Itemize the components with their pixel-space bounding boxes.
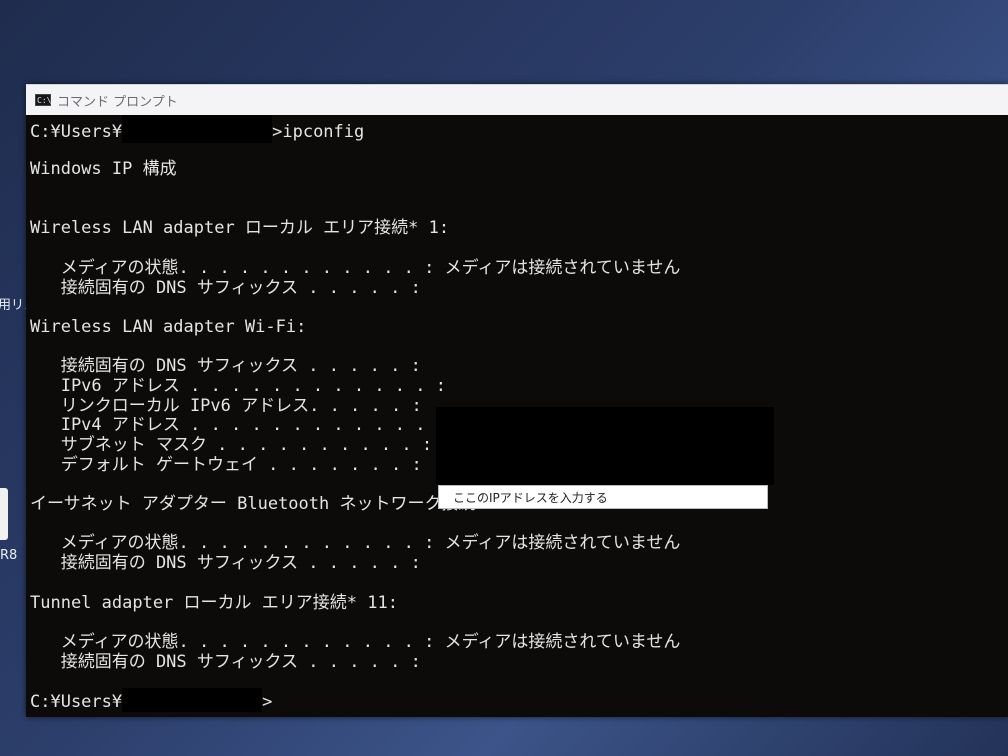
console-line: メディアの状態. . . . . . . . . . . . : メディアは接続… — [30, 631, 681, 652]
console-line: IPv6 アドレス . . . . . . . . . . . . : — [30, 375, 446, 396]
console-line: Windows IP 構成 — [30, 159, 177, 180]
redacted-ip-block — [436, 407, 774, 485]
prompt-symbol: > — [262, 691, 273, 712]
console-line: 接続固有の DNS サフィックス . . . . . : — [30, 651, 421, 672]
console-output[interactable]: C:¥Users¥ >ipconfig Windows IP 構成 Wireles… — [26, 115, 1008, 717]
title-bar[interactable]: C:\ コマンド プロンプト — [26, 85, 1008, 115]
console-line: Wireless LAN adapter Wi-Fi: — [30, 316, 307, 337]
redacted-username — [122, 687, 263, 712]
command-text: >ipconfig — [272, 122, 365, 142]
command-prompt-window[interactable]: C:\ コマンド プロンプト C:¥Users¥ >ipconfig Window… — [26, 84, 1008, 717]
cmd-icon: C:\ — [35, 94, 52, 106]
desktop-file-icon[interactable] — [0, 488, 8, 540]
console-line: メディアの状態. . . . . . . . . . . . : メディアは接続… — [30, 257, 681, 278]
prompt-line: C:¥Users¥ >ipconfig — [30, 115, 1008, 143]
console-line: Wireless LAN adapter ローカル エリア接続* 1: — [30, 218, 450, 239]
prompt-line: C:¥Users¥ > — [30, 687, 1008, 712]
console-line: メディアの状態. . . . . . . . . . . . : メディアは接続… — [30, 533, 681, 554]
annotation-label: ここのIPアドレスを入力する — [438, 485, 768, 509]
console-line: 接続固有の DNS サフィックス . . . . . : — [30, 277, 421, 298]
prompt-path: C:¥Users¥ — [30, 691, 123, 712]
desktop-label: R8 — [0, 548, 18, 563]
console-line: Tunnel adapter ローカル エリア接続* 11: — [30, 592, 398, 613]
window-title: コマンド プロンプト — [57, 94, 178, 110]
console-line: 接続固有の DNS サフィックス . . . . . : — [30, 553, 421, 574]
redacted-username — [122, 115, 273, 143]
console-line: 接続固有の DNS サフィックス . . . . . : — [30, 356, 421, 377]
prompt-path: C:¥Users¥ — [30, 122, 123, 142]
